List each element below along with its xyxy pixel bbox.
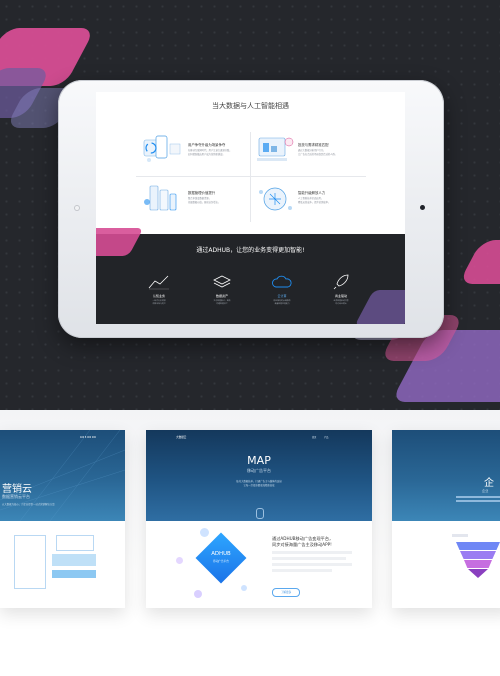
funnel-level <box>468 569 488 578</box>
node-icon <box>241 585 247 591</box>
band-item-desc: 海量数据处理能力 <box>274 303 290 305</box>
text-line <box>272 557 346 560</box>
feature-title: 智能升级解放人力 <box>298 191 326 195</box>
feature-desc: 降低运营成本，提升营销效率。 <box>298 201 331 204</box>
card-title: MAP <box>247 454 271 467</box>
funnel-level <box>456 542 500 550</box>
card-paragraph: 以大数据为核心，为企业提供一站式营销解决方案 <box>2 503 55 506</box>
home-button <box>74 205 80 211</box>
chart-line-icon <box>148 275 169 290</box>
band-item-label: 云计算 <box>277 294 287 298</box>
tablet-screen: 当大数据与人工智能相遇 用户争夺升级为场景争夺 在移动互联网时代，用户注意力逐渐… <box>96 92 405 324</box>
band-item-desc: 构建数据资产 <box>216 303 228 305</box>
feature-title: 投放与需求精准匹配 <box>298 143 329 147</box>
server-database-icon <box>144 185 177 211</box>
funnel-level <box>464 560 492 568</box>
screen-title: 当大数据与人工智能相遇 <box>212 102 289 110</box>
text-line <box>272 563 352 566</box>
card-header: 企 企业 <box>392 430 500 521</box>
pink-shape <box>458 240 500 284</box>
screen-dashboard-icon <box>257 137 294 161</box>
scroll-icon <box>256 508 264 519</box>
cta-band: 通过ADHUB，让您的业务变得更加智能! 认知业务 一站式分析洞察 洞察市场与用… <box>96 228 405 324</box>
card-subtitle: 企业 <box>482 489 489 493</box>
band-item-label: 认知业务 <box>152 294 165 298</box>
text-line <box>456 496 500 498</box>
node-icon <box>176 557 183 564</box>
node-icon <box>200 528 209 537</box>
rocket-icon <box>333 274 349 290</box>
phone-number: 400 8 000 000 <box>80 436 97 439</box>
card-title: 营销云 <box>2 484 32 495</box>
feature-desc: 让广告在合适的场景找到合适的人群。 <box>298 153 338 156</box>
camera-icon <box>420 205 425 210</box>
brain-chip-icon <box>259 187 292 211</box>
funnel-level <box>460 551 496 559</box>
card-desc: 让每一次投放都更加精准高效 <box>243 484 275 487</box>
diagram-box <box>52 570 96 578</box>
feature-title: 用户争夺升级为场景争夺 <box>188 143 226 147</box>
diamond-title: ADHUB <box>211 551 231 557</box>
nav-products[interactable]: 产品 <box>324 435 328 439</box>
card-subtitle: 数据营销云平台 <box>2 494 30 499</box>
diagram-box <box>56 535 94 551</box>
learn-more-button[interactable]: 了解更多 <box>272 588 300 597</box>
band-item-desc: 助力商业增长 <box>335 303 347 305</box>
feature-desc: 挖掘数据价值，驱动业务增长。 <box>188 201 221 204</box>
purple-shape <box>354 290 405 324</box>
text-line <box>452 534 468 537</box>
nav-home[interactable]: 首页 <box>312 435 316 439</box>
diamond-subtitle: 移动广告平台 <box>213 560 229 563</box>
stack-icon <box>213 275 231 288</box>
card-title: 企 <box>484 478 494 489</box>
card-middle: 大数据云 首页 产品 MAP 移动广告平台 依托大数据技术，打通广告主与媒体的连… <box>146 430 372 608</box>
diagram-box <box>52 554 96 566</box>
text-line <box>272 569 332 572</box>
feature-title: 数据管理价值提升 <box>188 191 216 195</box>
divider <box>250 132 251 222</box>
adhub-diamond <box>195 532 247 584</box>
grid-lines-decoration <box>0 430 125 521</box>
headline: 同步对接海量广告主及移动APP! <box>272 542 332 547</box>
divider <box>136 176 366 177</box>
diagram-box <box>14 535 46 589</box>
card-header: 大数据云 首页 产品 MAP 移动广告平台 依托大数据技术，打通广告主与媒体的连… <box>146 430 372 521</box>
card-left: 400 8 000 000 营销云 数据营销云平台 以大数据为核心，为企业提供一… <box>0 430 125 608</box>
band-item-label: 商业驱动 <box>334 294 347 298</box>
band-title: 通过ADHUB，让您的业务变得更加智能! <box>196 247 305 254</box>
feature-desc: 如何精准触达用户成为营销新挑战。 <box>188 153 225 156</box>
card-right: 企 企业 <box>392 430 500 608</box>
card-header: 400 8 000 000 营销云 数据营销云平台 以大数据为核心，为企业提供一… <box>0 430 125 521</box>
logo-text: 大数据云 <box>176 436 187 439</box>
phone-chart-icon <box>143 135 181 162</box>
text-line <box>456 500 500 502</box>
node-icon <box>194 590 202 598</box>
band-item-desc: 洞察市场与用户 <box>152 303 166 305</box>
text-line <box>272 551 352 554</box>
band-item-label: 数据资产 <box>215 294 228 298</box>
cloud-icon <box>272 275 292 288</box>
card-subtitle: 移动广告平台 <box>247 468 271 473</box>
